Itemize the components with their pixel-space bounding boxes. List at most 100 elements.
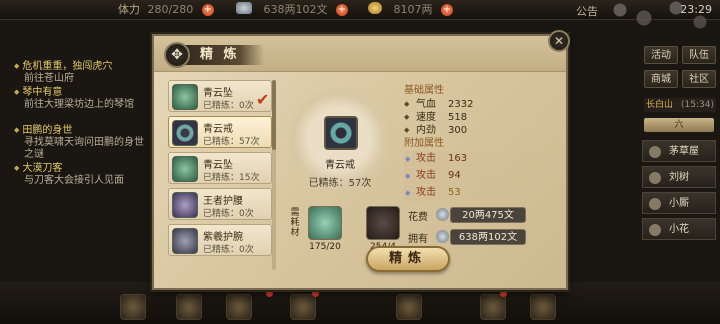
location-time: (15:34) <box>681 100 714 110</box>
alert-dot-icon <box>500 290 507 297</box>
equipment-item[interactable]: 紫羲护腕 已精练：0次 <box>168 224 272 256</box>
extra-attr-row: 攻击 94 <box>404 168 554 184</box>
attr-value: 53 <box>448 187 461 198</box>
shop-button[interactable]: 商城 <box>644 70 678 88</box>
attr-value: 163 <box>448 153 468 164</box>
add-power-button[interactable]: + <box>201 4 214 16</box>
add-gold-button[interactable]: + <box>441 4 453 16</box>
refine-count: 已精练：57次 <box>203 137 260 147</box>
equipment-name: 青云戒 <box>203 124 233 135</box>
attr-value: 2332 <box>448 99 474 110</box>
power-value: 280/280 <box>147 3 194 16</box>
alert-dot-icon <box>266 290 273 297</box>
gold-resource: 8107两 + <box>368 2 453 18</box>
quest-item[interactable]: 田鹏的身世 寻找莫啸天询问田鹏的身世之谜 <box>14 124 148 161</box>
equipment-name: 紫羲护腕 <box>203 232 243 243</box>
guild-icon[interactable] <box>396 294 422 320</box>
material-tag: 需耗材 <box>290 208 300 238</box>
npc-entry[interactable]: 小花 <box>642 218 716 240</box>
ring-icon <box>172 120 198 146</box>
attr-label: 气血 <box>416 99 436 110</box>
quest-item[interactable]: 琴中有意 前往大理梁坊边上的琴馆 <box>14 86 144 111</box>
martial-icon[interactable] <box>290 294 316 320</box>
quest-title: 田鹏的身世 <box>14 124 148 137</box>
quest-title: 大漠刀客 <box>14 162 144 175</box>
top-resource-bar: 体力 280/280 + 638两102文 + 8107两 + 公告 23:29 <box>0 0 720 32</box>
community-button[interactable]: 社区 <box>682 70 716 88</box>
npc-entry[interactable]: 小厮 <box>642 192 716 214</box>
right-sidebar: 活动 队伍 商城 社区 长白山 (15:34) 六 茅草屋 刘树 小厮 小花 <box>636 40 720 310</box>
attribute-panel: 基础属性 气血 2332 速度 518 内劲 300 附加属性 攻击 163 攻… <box>404 84 554 202</box>
npc-entry[interactable]: 刘树 <box>642 166 716 188</box>
mail-icon[interactable] <box>480 294 506 320</box>
attr-label: 攻击 <box>416 170 436 181</box>
quest-desc: 前往苍山府 <box>24 73 74 84</box>
owned-row: 拥有 638两102文 <box>408 228 558 246</box>
owned-value: 638两102文 <box>450 229 526 245</box>
location-label: 长白山 (15:34) <box>644 98 716 112</box>
refine-button[interactable]: 精炼 <box>366 246 450 272</box>
quest-item[interactable]: 大漠刀客 与刀客大会接引人见面 <box>14 162 144 187</box>
refine-count: 已精练：15次 <box>203 173 260 183</box>
extra-attr-row: 攻击 53 <box>404 185 554 201</box>
pendant-icon <box>172 84 198 110</box>
character-icon[interactable] <box>176 294 202 320</box>
list-scrollbar-thumb[interactable] <box>272 80 276 150</box>
gold-icon <box>368 2 382 14</box>
add-silver-button[interactable]: + <box>336 4 348 16</box>
refine-dialog: 精 炼 ✥ ✕ 青云坠 已精练：0次 青云戒 已精练：57次 青云坠 已精练：1… <box>152 30 570 290</box>
base-attr-row: 气血 2332 <box>404 98 554 111</box>
equipment-name: 王者护腰 <box>203 196 243 207</box>
cost-value: 20两475文 <box>450 207 526 223</box>
npc-category-tab[interactable]: 六 <box>644 118 714 132</box>
notice-button[interactable]: 公告 <box>576 3 598 19</box>
selected-check-icon: ✔ <box>256 90 270 109</box>
refine-count: 已精练：0次 <box>203 101 254 111</box>
attr-value: 518 <box>448 112 468 123</box>
refine-count: 已精练：0次 <box>203 245 254 255</box>
bracer-icon <box>172 228 198 254</box>
silver-value: 638两102文 <box>263 3 328 16</box>
equipment-item[interactable]: 王者护腰 已精练：0次 <box>168 188 272 220</box>
ring-icon <box>324 116 358 150</box>
quest-title: 危机重重，独闯虎穴 <box>14 60 112 73</box>
equipment-name: 青云坠 <box>203 88 233 99</box>
material-count: 175/20 <box>309 242 341 252</box>
npc-entry[interactable]: 茅草屋 <box>642 140 716 162</box>
refine-emblem-icon: ✥ <box>164 42 190 68</box>
quest-title: 琴中有意 <box>14 86 144 99</box>
dialog-header: 精 炼 ✥ <box>154 36 566 72</box>
close-button[interactable]: ✕ <box>548 30 570 52</box>
activity-button[interactable]: 活动 <box>644 46 678 64</box>
extra-attr-row: 攻击 163 <box>404 151 554 167</box>
base-attr-row: 速度 518 <box>404 111 554 124</box>
skill-icon[interactable] <box>226 294 252 320</box>
equipment-item-selected[interactable]: 青云戒 已精练：57次 <box>168 116 272 148</box>
ore-material-icon[interactable] <box>366 206 400 240</box>
attr-label: 内劲 <box>416 125 436 136</box>
silver-resource: 638两102文 + <box>236 2 348 18</box>
owned-label: 拥有 <box>408 234 428 245</box>
quest-panel: 危机重重，独闯虎穴 前往苍山府 琴中有意 前往大理梁坊边上的琴馆 田鹏的身世 寻… <box>0 56 152 216</box>
equipment-name: 青云坠 <box>203 160 233 171</box>
extra-attr-title: 附加属性 <box>404 138 444 149</box>
attr-label: 速度 <box>416 112 436 123</box>
jade-material-icon[interactable] <box>308 206 342 240</box>
alert-dot-icon <box>312 290 319 297</box>
refine-count: 已精练：0次 <box>203 209 254 219</box>
quest-item[interactable]: 危机重重，独闯虎穴 前往苍山府 <box>14 60 112 85</box>
power-label: 体力 <box>118 3 140 16</box>
preview-refine-count: 已精练：57次 <box>308 178 372 189</box>
equipment-item[interactable]: 青云坠 已精练：15次 <box>168 152 272 184</box>
quest-desc: 与刀客大会接引人见面 <box>24 175 124 186</box>
silver-icon <box>436 230 449 243</box>
attr-value: 94 <box>448 170 461 181</box>
quest-desc: 寻找莫啸天询问田鹏的身世之谜 <box>24 137 144 160</box>
cost-label: 花费 <box>408 212 428 223</box>
team-button[interactable]: 队伍 <box>682 46 716 64</box>
bag-icon[interactable] <box>120 294 146 320</box>
settings-icon[interactable] <box>530 294 556 320</box>
silver-icon <box>436 208 449 221</box>
attr-value: 300 <box>448 125 468 136</box>
power-resource: 体力 280/280 + <box>118 2 214 18</box>
